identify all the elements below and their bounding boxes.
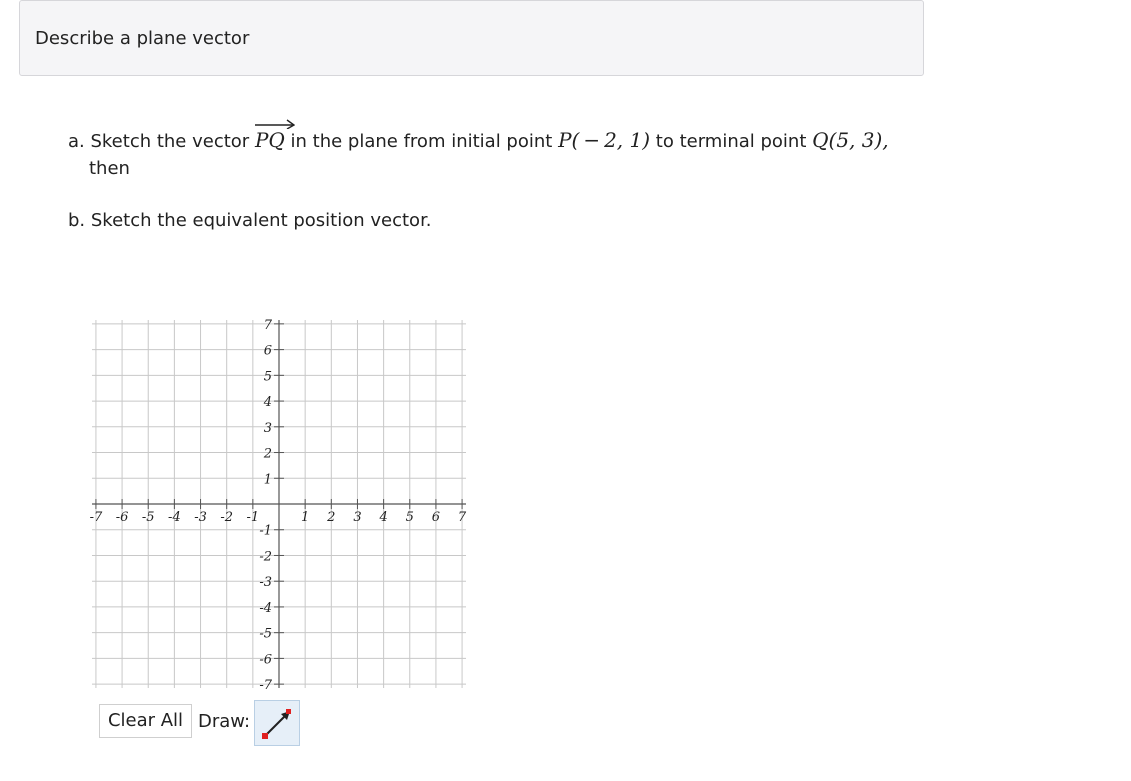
x-tick-label: 6 (432, 510, 440, 525)
vector-arrow-overline-icon (254, 119, 295, 129)
y-tick-label: -5 (259, 627, 272, 642)
terminal-point: Q(5, 3), (812, 128, 889, 152)
y-tick-label: -2 (259, 549, 272, 564)
y-tick-label: 3 (264, 421, 272, 436)
question-title: Describe a plane vector (35, 28, 250, 49)
coordinate-graph[interactable]: -7 -6 -5 -4 -3 -2 -1 1 2 3 4 5 6 7 7 6 5 4 3 2 1 -1 -2 -3 -4 -5 -6… (88, 316, 470, 692)
part-a-suffix: then (89, 158, 130, 179)
x-tick-label: 2 (326, 510, 335, 525)
x-tick-label: 3 (353, 510, 361, 525)
vector-pq: PQ (254, 119, 295, 152)
x-tick-label: -2 (220, 510, 233, 525)
x-tick-label: -3 (194, 510, 207, 525)
y-tick-label: -1 (259, 524, 272, 539)
y-tick-label: 1 (264, 472, 272, 487)
draw-label: Draw: (198, 711, 251, 732)
vector-arrow-icon (262, 709, 291, 739)
y-tick-label: -7 (259, 678, 272, 692)
y-tick-label: 7 (264, 318, 273, 333)
part-b-line: b. Sketch the equivalent position vector… (68, 210, 432, 231)
y-tick-label: -6 (259, 652, 272, 667)
draw-vector-tool-button[interactable] (254, 700, 300, 746)
part-a-line: a. Sketch the vector PQ in the plane fro… (68, 119, 889, 152)
x-tick-label: 4 (378, 510, 387, 525)
x-tick-label: -1 (247, 510, 260, 525)
question-header: Describe a plane vector (19, 0, 924, 76)
clear-all-button[interactable]: Clear All (99, 704, 192, 738)
y-tick-label: 5 (264, 369, 272, 384)
vector-pq-label: PQ (254, 128, 285, 152)
y-tick-label: -4 (259, 601, 272, 616)
x-tick-label: -4 (168, 510, 181, 525)
x-tick-label: -6 (116, 510, 129, 525)
x-tick-label: 5 (406, 510, 414, 525)
y-tick-label: 4 (263, 395, 272, 410)
part-a-prefix: a. Sketch the vector (68, 131, 250, 152)
y-tick-label: -3 (259, 575, 272, 590)
part-a-mid1: in the plane from initial point (290, 131, 553, 152)
y-tick-label: 2 (263, 447, 272, 462)
x-tick-label: -5 (142, 510, 155, 525)
part-a-mid2: to terminal point (655, 131, 807, 152)
initial-point: P( − 2, 1) (558, 128, 651, 152)
x-tick-label: 7 (458, 510, 467, 525)
y-tick-label: 6 (264, 344, 272, 359)
x-tick-label: -7 (90, 510, 103, 525)
x-tick-label: 1 (301, 510, 309, 525)
